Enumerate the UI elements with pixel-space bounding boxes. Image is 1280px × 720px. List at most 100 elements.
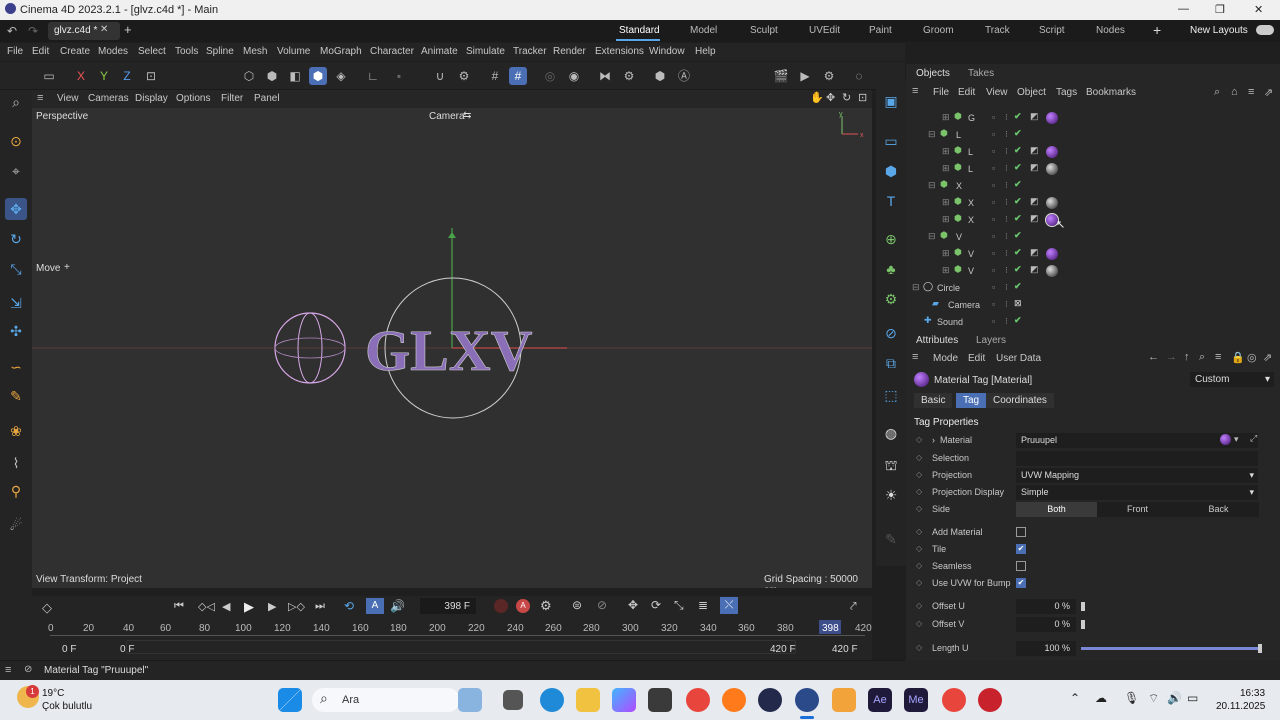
attr-filter-icon[interactable]: ≡ [1215,351,1221,363]
phong-tag-icon[interactable]: ◩ [1030,247,1039,258]
live-selection-icon[interactable]: ⌖ [5,160,27,182]
multi-tool-icon[interactable]: ✣ [5,320,27,342]
material-tag-icon[interactable] [1046,112,1058,124]
scene-icon[interactable]: ⧉ [880,352,902,374]
onedrive-icon[interactable]: ☁ [1095,691,1107,705]
pick-icon[interactable]: ⤢ [1250,433,1257,444]
keyframe-diamond-icon[interactable]: ◇ [916,601,922,610]
minimize-icon[interactable]: — [1178,3,1189,15]
menu-animate[interactable]: Animate [421,46,458,57]
material-tag-icon[interactable] [1046,197,1058,209]
transform-tool-icon[interactable]: ⇲ [5,292,27,314]
obj-menu-object[interactable]: Object [1017,87,1046,98]
after-effects-icon[interactable]: Ae [868,688,892,712]
move-view-icon[interactable]: ✥ [826,91,835,104]
range-end-field[interactable]: 420 F [832,644,858,655]
z-axis-lock-icon[interactable]: Z [118,67,136,85]
object-row[interactable]: ⊞ ⬢ V ▫ ⁝ ✔ ◩ [906,264,1280,280]
enabled-check-icon[interactable]: ✔ [1014,247,1022,258]
layer-dots-icon[interactable]: ⁝ [1005,180,1008,191]
pan-view-icon[interactable]: ✋ [810,91,824,104]
keyframe-diamond-icon[interactable]: ◇ [916,453,922,462]
vp-menu-cameras[interactable]: Cameras [88,93,129,104]
obj-menu-edit[interactable]: Edit [958,87,975,98]
material-tag-icon[interactable] [1046,248,1058,260]
attr-menu-userdata[interactable]: User Data [996,353,1041,364]
menu-extensions[interactable]: Extensions [595,46,644,57]
material-menu-icon[interactable]: ▾ [1234,434,1239,445]
object-row[interactable]: ⊟ ⬢ L ▫ ⁝ ✔ [906,128,1280,144]
auto-keying-icon[interactable]: A [366,598,384,614]
menu-edit[interactable]: Edit [32,46,49,57]
spline-pen-icon[interactable]: ∽ [5,356,27,378]
object-row[interactable]: ⊟ ⬢ V ▫ ⁝ ✔ [906,230,1280,246]
go-to-end-icon[interactable]: ⏭ [315,600,325,613]
layer-dots-icon[interactable]: ⁝ [1005,163,1008,174]
side-front-button[interactable]: Front [1097,502,1178,517]
enabled-check-icon[interactable]: ✔ [1014,213,1022,224]
store-icon[interactable] [648,688,672,712]
keyframe-diamond-icon[interactable]: ◇ [916,578,922,587]
object-name[interactable]: L [956,130,961,140]
text-icon[interactable]: T [880,190,902,212]
visibility-icon[interactable]: ▫ [992,163,995,173]
cinema4d-active-icon[interactable] [795,688,819,712]
layer-dots-icon[interactable]: ⁝ [1005,248,1008,259]
scale-tool-icon[interactable]: ⤡ [5,258,27,280]
offset-u-slider-handle[interactable] [1081,602,1085,611]
x-axis-lock-icon[interactable]: X [72,67,90,85]
volume-icon[interactable]: 🔊 [1167,691,1182,705]
keyframe-diamond-icon[interactable]: ◇ [916,504,922,513]
obj-menu-bookmarks[interactable]: Bookmarks [1086,87,1136,98]
visibility-icon[interactable]: ▫ [992,129,995,139]
field-icon[interactable]: ⊘ [880,322,902,344]
enabled-check-icon[interactable]: ✔ [1014,128,1022,139]
menu-render[interactable]: Render [553,46,586,57]
viewport-3d[interactable]: Perspective Camera ⇆ Move + y x GLXV GLX… [32,108,872,588]
camera-icon[interactable]: ⬚ [880,384,902,406]
play-icon[interactable]: ▶ [244,599,254,615]
offset-u-field[interactable]: 0 % [1016,599,1076,614]
vp-menu-view[interactable]: View [57,93,79,104]
layer-dots-icon[interactable]: ⁝ [1005,112,1008,123]
visibility-icon[interactable]: ▫ [992,146,995,156]
edge-icon[interactable] [540,688,564,712]
object-row[interactable]: ⊞ ⬢ G ▫ ⁝ ✔ ◩ [906,111,1280,127]
microphone-icon[interactable]: 🎙 [1124,691,1139,705]
object-name[interactable]: V [968,266,974,276]
y-axis-lock-icon[interactable]: Y [95,67,113,85]
symmetry-icon[interactable]: ⧓ [596,67,614,85]
next-frame-icon[interactable]: ▶ [268,600,276,613]
maximize-icon[interactable]: ❐ [1215,3,1225,16]
menu-mesh[interactable]: Mesh [243,46,267,57]
menu-file[interactable]: File [7,46,23,57]
close-icon[interactable]: ✕ [1254,3,1263,16]
length-u-slider-handle[interactable] [1258,644,1262,653]
lock-workplane-icon[interactable]: ⬢ [651,67,669,85]
menu-window[interactable]: Window [649,46,685,57]
add-layout-icon[interactable]: + [1153,22,1161,38]
object-name[interactable]: X [968,198,974,208]
layout-paint[interactable]: Paint [869,25,892,36]
object-row[interactable]: ▰ Camera ▫ ⁝ ⊠ [906,298,1280,314]
tweak-mode-icon[interactable]: ▪ [390,67,408,85]
tab-attributes[interactable]: Attributes [916,335,958,346]
enabled-check-icon[interactable]: ✔ [1014,196,1022,207]
f-curve-icon[interactable]: ⤤ [850,599,857,614]
visibility-icon[interactable]: ▫ [992,180,995,190]
objects-hamburger-icon[interactable]: ≡ [912,85,918,97]
length-u-field[interactable]: 100 % [1016,641,1076,656]
enabled-check-icon[interactable]: ✔ [1014,264,1022,275]
clock-date[interactable]: 20.11.2025 [1216,701,1265,712]
projection-display-dropdown[interactable]: Simple ▾ [1016,485,1258,500]
redshift-icon[interactable]: ◌ [850,67,868,85]
range-slider[interactable] [126,640,796,654]
menu-help[interactable]: Help [695,46,716,57]
object-mode-icon[interactable]: ⬢ [309,67,327,85]
next-key-icon[interactable]: ▷◇ [288,600,305,613]
layer-dots-icon[interactable]: ⁝ [1005,197,1008,208]
enabled-check-icon[interactable]: ✔ [1014,179,1022,190]
enabled-check-icon[interactable]: ✔ [1014,145,1022,156]
firefox-icon[interactable] [722,688,746,712]
object-row[interactable]: ⊟ ◯ Circle ▫ ⁝ ✔ [906,281,1280,297]
